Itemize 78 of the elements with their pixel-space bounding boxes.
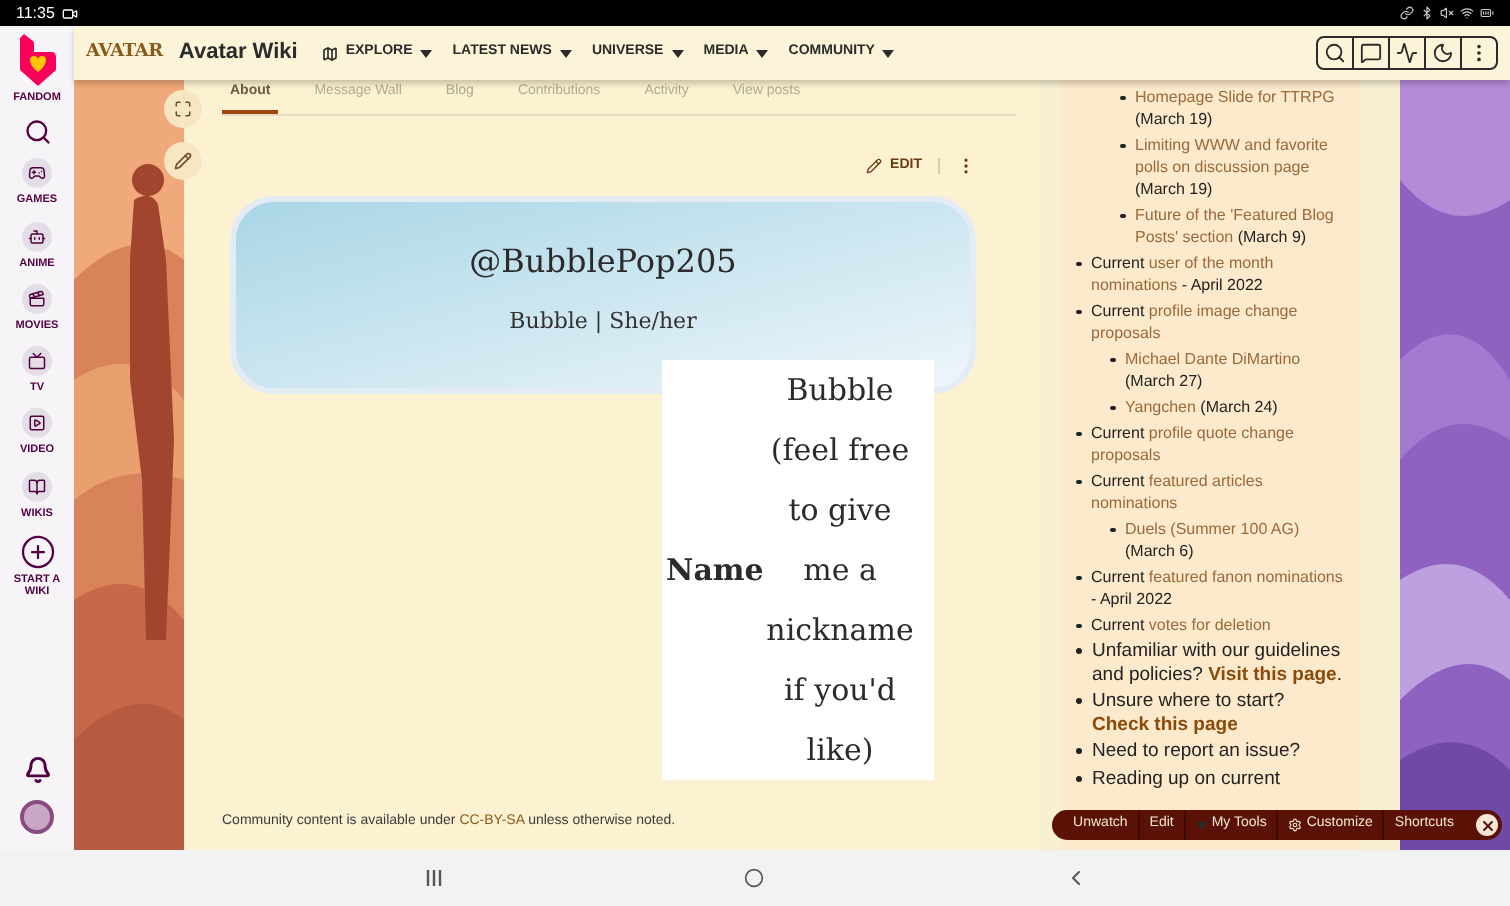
help-text: Unsure where to start? Check this page [1092, 690, 1287, 736]
mute-icon [1440, 6, 1454, 20]
fullscreen-button[interactable] [164, 90, 202, 128]
bullet-icon [1076, 775, 1082, 781]
help-link[interactable]: Check this page [1092, 713, 1238, 735]
clapperboard-icon [28, 289, 46, 308]
close-button[interactable] [1476, 814, 1498, 836]
table-value: Bubble (feel free to give me a nickname if you'd like) [764, 370, 916, 772]
video-icon [62, 5, 79, 21]
caret-icon [756, 49, 769, 57]
news-item[interactable]: Michael Dante DiMartino (March 27) [1125, 348, 1352, 392]
search-icon [1324, 42, 1346, 64]
bullet-icon [1076, 431, 1081, 436]
caret-icon [559, 49, 572, 57]
profile-subtitle: Bubble | She/her [509, 306, 697, 338]
bullet-icon [1120, 95, 1125, 100]
bullet-icon [1076, 648, 1082, 654]
bullet-icon [1120, 213, 1125, 218]
edit-pencil-button[interactable] [164, 142, 202, 180]
chat-icon [1360, 42, 1382, 64]
fandom-logo-icon[interactable] [19, 34, 55, 86]
bullet-icon [1110, 405, 1115, 410]
pencil-icon [174, 152, 192, 170]
gear-icon [1288, 818, 1303, 832]
battery-icon [1480, 6, 1494, 20]
play-icon [28, 414, 46, 433]
bullet-icon [1076, 575, 1081, 580]
news-item[interactable]: Homepage Slide for TTRPG (March 19) [1135, 86, 1352, 130]
book-icon [27, 477, 46, 495]
user-avatar[interactable] [20, 800, 54, 834]
plus-icon [19, 533, 55, 570]
bullet-icon [1076, 479, 1081, 484]
activity-icon [1396, 42, 1418, 64]
caret-icon [882, 49, 895, 57]
bullet-icon [1076, 261, 1081, 266]
caret-icon [671, 49, 684, 57]
expand-icon [174, 100, 192, 118]
caret-icon [420, 49, 433, 57]
username: @BubblePop205 [469, 240, 737, 284]
bullet-icon [1076, 698, 1082, 704]
search-icon[interactable] [23, 118, 51, 147]
news-item[interactable]: Current featured articles nominations [1091, 470, 1352, 514]
notification-icon[interactable] [23, 756, 51, 784]
bullet-icon [1110, 527, 1115, 532]
help-text: Unfamiliar with our guidelines and policies? Visit this page. [1092, 640, 1344, 686]
wiki-logo[interactable]: AVATAR [86, 39, 163, 67]
tv-icon [28, 352, 46, 370]
close-icon [1479, 817, 1495, 833]
map-icon [321, 45, 338, 61]
caret-icon [1195, 821, 1208, 829]
news-item[interactable]: Current featured fanon nominations - April 2022 [1091, 566, 1352, 610]
news-item[interactable]: Current votes for deletion [1091, 614, 1271, 636]
news-item[interactable]: Current profile image change proposals [1091, 300, 1352, 344]
wifi-icon [1460, 6, 1474, 20]
help-text: Reading up on current [1092, 767, 1281, 790]
news-item[interactable]: Future of the 'Featured Blog Posts' section (March 9) [1135, 204, 1352, 248]
home-icon[interactable] [743, 868, 763, 888]
news-item[interactable]: Current user of the month nominations - April 2022 [1091, 252, 1352, 296]
bullet-icon [1120, 143, 1125, 148]
moon-icon [1432, 42, 1454, 64]
news-item[interactable]: Yangchen (March 24) [1125, 396, 1278, 418]
bullet-icon [1076, 623, 1081, 628]
link-icon [1400, 6, 1414, 20]
wiki-name[interactable]: Avatar Wiki [178, 36, 298, 70]
bullet-icon [1076, 309, 1081, 314]
help-link[interactable]: Visit this page [1208, 663, 1337, 685]
table-label: Name [664, 549, 762, 592]
news-item[interactable]: Limiting WWW and favorite polls on discussion page (March 19) [1135, 134, 1352, 200]
bullet-icon [1110, 357, 1115, 362]
status-time: 11:35 [16, 1, 55, 25]
bullet-icon [1076, 748, 1082, 754]
help-text: Need to report an issue? [1092, 740, 1301, 763]
pencil-icon [866, 157, 883, 174]
gamepad-icon [27, 164, 46, 183]
robot-icon [27, 227, 46, 245]
recents-icon[interactable] [423, 868, 443, 888]
news-item[interactable]: Duels (Summer 100 AG) (March 6) [1125, 518, 1352, 562]
bluetooth-icon [1420, 6, 1434, 20]
